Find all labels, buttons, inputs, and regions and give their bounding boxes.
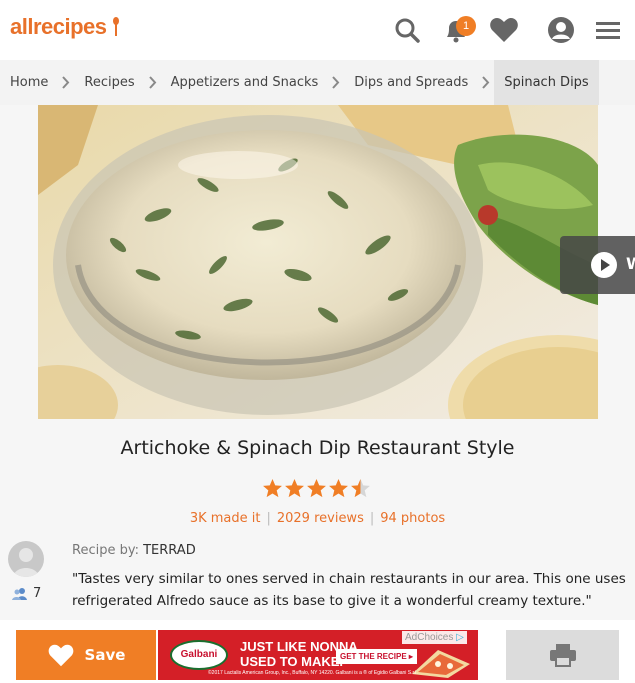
recipe-stats: 3K made it | 2029 reviews | 94 photos: [189, 511, 446, 526]
menu-icon[interactable]: [596, 16, 624, 44]
photos-count[interactable]: 94 photos: [380, 511, 445, 526]
watch-video-button[interactable]: W: [560, 236, 635, 294]
made-it-count[interactable]: 3K made it: [190, 511, 261, 526]
heart-icon: [48, 644, 73, 666]
recipe-byline: Recipe by: TERRAD: [72, 543, 196, 558]
chevron-right-icon: [62, 76, 70, 89]
ad-legal-text: ©2017 Lactalis American Group, Inc., Buf…: [208, 670, 418, 676]
author-avatar[interactable]: [8, 541, 44, 577]
recipe-title: Artichoke & Spinach Dip Restaurant Style: [120, 437, 515, 459]
star-icon: [329, 479, 348, 498]
save-button[interactable]: Save: [16, 630, 156, 680]
logo-spoon-icon: [107, 14, 121, 39]
top-header: allrecipes 1: [0, 0, 635, 60]
print-button[interactable]: [506, 630, 619, 680]
breadcrumb-appetizers[interactable]: Appetizers and Snacks: [161, 60, 329, 105]
author-followers: 7: [12, 586, 41, 601]
search-icon[interactable]: [393, 16, 421, 44]
galbani-ad-banner[interactable]: Galbani JUST LIKE NONNA USED TO MAKE. GE…: [158, 630, 478, 680]
action-bar: Save Galbani JUST LIKE NONNA USED TO MAK…: [0, 620, 635, 683]
ad-choices-label: AdChoices: [405, 632, 454, 643]
chevron-right-icon: [148, 76, 156, 89]
followers-icon: [12, 588, 27, 600]
print-icon: [549, 644, 576, 667]
ad-cta-button[interactable]: GET THE RECIPE ▸: [336, 649, 417, 664]
rating-stars[interactable]: [262, 478, 371, 500]
reviews-count[interactable]: 2029 reviews: [277, 511, 364, 526]
byline-label: Recipe by:: [72, 543, 139, 558]
notification-badge[interactable]: 1: [456, 16, 476, 36]
recipe-photo[interactable]: [38, 105, 598, 419]
profile-icon[interactable]: [547, 16, 575, 44]
star-icon: [307, 479, 326, 498]
star-icon: [285, 479, 304, 498]
allrecipes-logo[interactable]: allrecipes: [10, 14, 120, 40]
star-icon: [263, 479, 282, 498]
breadcrumb: Home Recipes Appetizers and Snacks Dips …: [0, 60, 635, 105]
recipe-description: "Tastes very similar to ones served in c…: [72, 571, 626, 609]
star-icon: [351, 479, 370, 498]
breadcrumb-dips[interactable]: Dips and Spreads: [344, 60, 478, 105]
breadcrumb-spinach-dips[interactable]: Spinach Dips: [494, 60, 599, 105]
chevron-right-icon: [482, 76, 490, 89]
logo-text: allrecipes: [10, 14, 107, 39]
chevron-right-icon: [332, 76, 340, 89]
save-label: Save: [84, 646, 126, 664]
breadcrumb-home[interactable]: Home: [0, 60, 58, 105]
ad-choices-icon: ▷: [456, 632, 464, 643]
galbani-logo: Galbani: [170, 640, 228, 670]
watch-video-label: W: [626, 254, 635, 273]
followers-count: 7: [33, 586, 42, 601]
ad-choices-link[interactable]: AdChoices ▷: [402, 631, 467, 644]
play-icon: [591, 252, 617, 278]
heart-icon[interactable]: [489, 16, 518, 44]
author-name[interactable]: TERRAD: [143, 543, 196, 558]
recipe-page: allrecipes 1 Home Recipes Appetizers and…: [0, 0, 635, 683]
breadcrumb-recipes[interactable]: Recipes: [74, 60, 144, 105]
